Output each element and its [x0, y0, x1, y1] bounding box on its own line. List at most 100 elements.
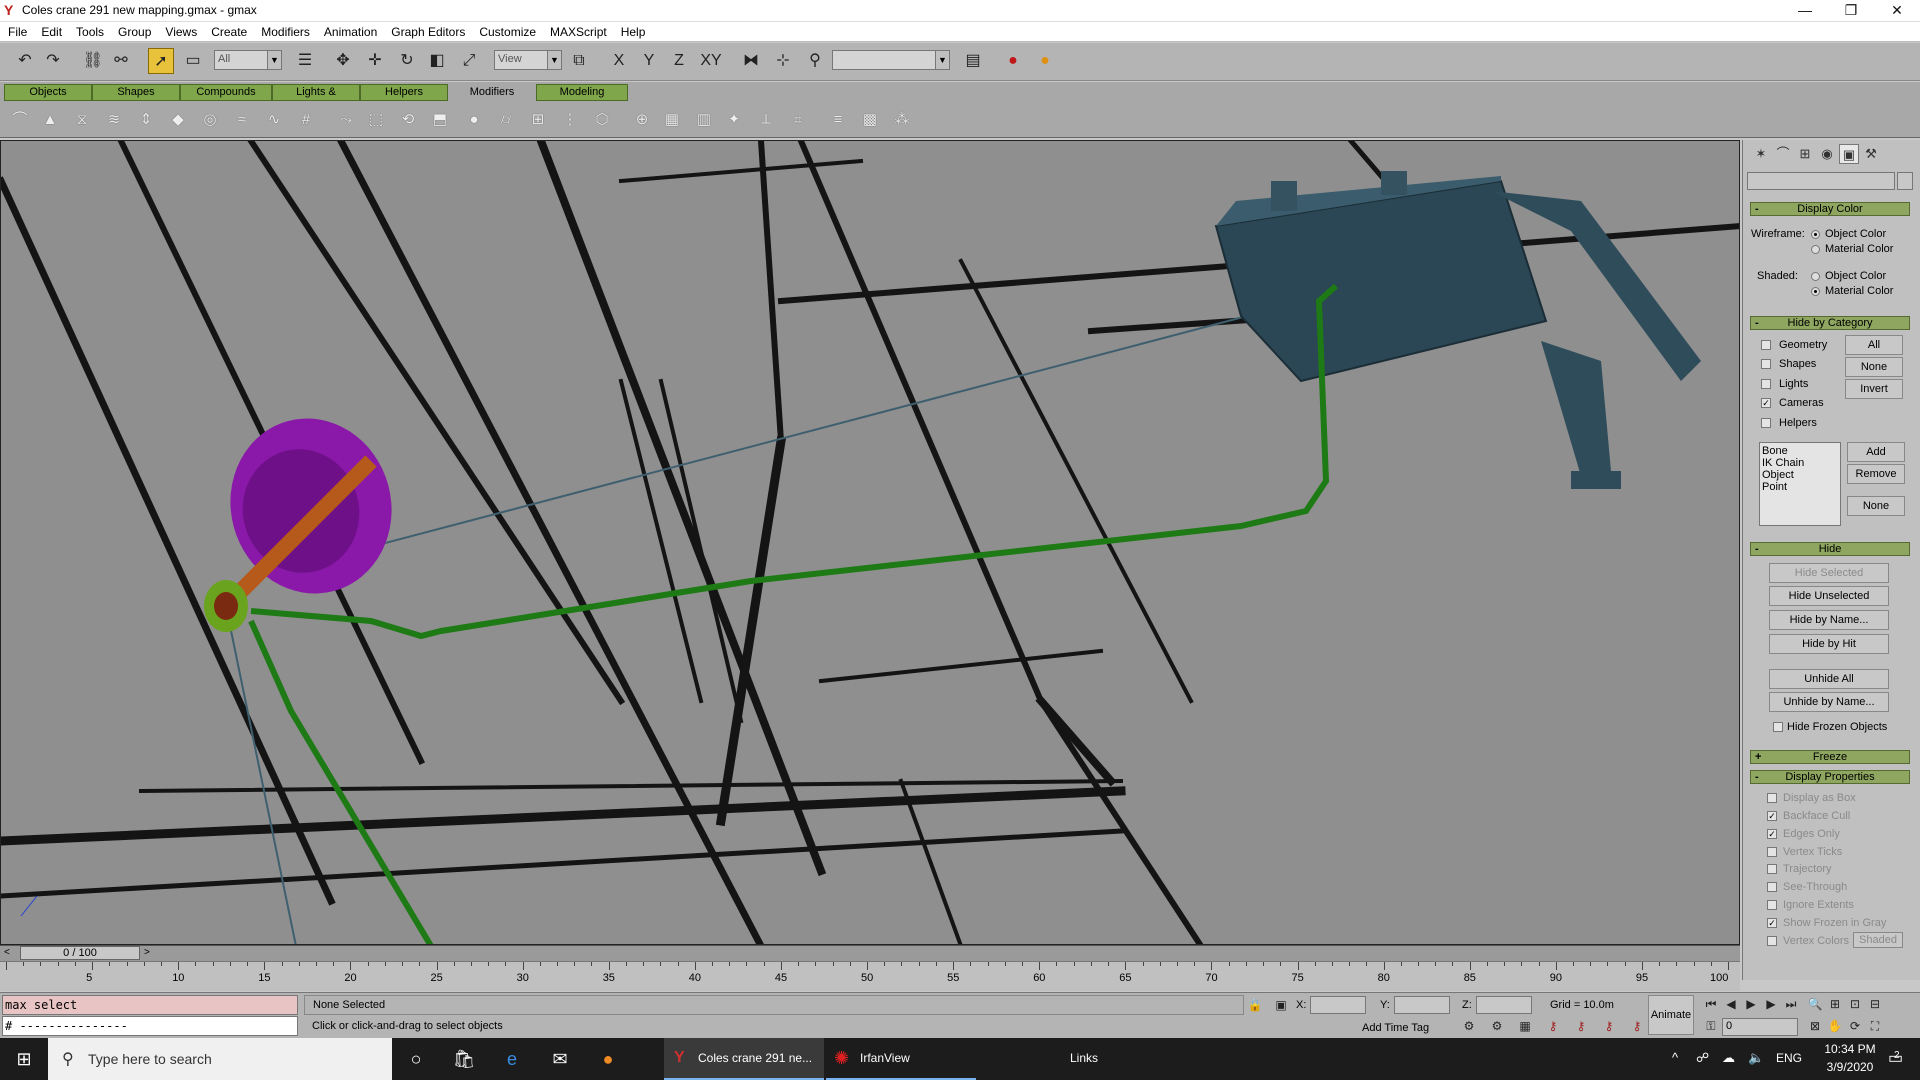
wireframe-material-color-radio[interactable] [1811, 245, 1820, 254]
select-and-link-icon[interactable]: ⛓ [80, 48, 106, 74]
snap-icon[interactable]: ⚲ [802, 48, 828, 74]
mail-icon[interactable]: ✉ [536, 1038, 584, 1080]
key-mode-toggle-icon[interactable]: ⚿ [1702, 1017, 1720, 1035]
select-move-icon[interactable]: ✛ [362, 48, 388, 74]
hide-by-name-button[interactable]: Hide by Name... [1769, 610, 1889, 630]
edit-spline-icon[interactable]: ⤳ [334, 108, 358, 132]
create-panel-icon[interactable]: ✶ [1751, 144, 1771, 164]
menu-modifiers[interactable]: Modifiers [253, 22, 316, 39]
category-remove-button[interactable]: Remove [1847, 464, 1905, 484]
cameras-checkbox[interactable]: ✓ [1761, 398, 1771, 408]
rollup-display-properties[interactable]: - Display Properties [1750, 770, 1910, 784]
volume-icon[interactable]: 🔈 [1748, 1050, 1764, 1066]
scale-icon[interactable]: ◧ [424, 48, 450, 74]
edges-only-checkbox[interactable]: ✓ [1767, 829, 1777, 839]
mirror-icon[interactable]: ⧓ [738, 48, 764, 74]
firefox-icon[interactable]: ● [584, 1038, 632, 1080]
menu-graph-editors[interactable]: Graph Editors [383, 22, 471, 39]
store-icon[interactable]: 🛍 [440, 1038, 488, 1080]
key-default-icon[interactable]: ⚷ [1600, 1017, 1618, 1035]
category-invert-button[interactable]: Invert [1845, 379, 1903, 399]
unhide-all-button[interactable]: Unhide All [1769, 669, 1889, 689]
current-frame-field[interactable]: 0 [1722, 1018, 1798, 1036]
hide-frozen-checkbox[interactable] [1773, 722, 1783, 732]
menu-maxscript[interactable]: MAXScript [542, 22, 613, 39]
tab-modeling[interactable]: Modeling [536, 84, 628, 101]
symmetry-icon[interactable]: ⟂ [754, 108, 778, 132]
taskbar-app-irfanview[interactable]: ✺ IrfanView [826, 1038, 976, 1080]
menu-views[interactable]: Views [157, 22, 203, 39]
skew-icon[interactable]: ◆ [166, 108, 190, 132]
reference-coordinate-dropdown[interactable]: View ▼ [494, 50, 562, 70]
render-icon[interactable]: ● [1032, 48, 1058, 74]
selection-filter-dropdown[interactable]: All ▼ [214, 50, 282, 70]
menu-customize[interactable]: Customize [471, 22, 542, 39]
time-next-icon[interactable]: > [144, 947, 150, 958]
z-coordinate-field[interactable] [1476, 996, 1532, 1014]
hide-selected-button[interactable]: Hide Selected [1769, 563, 1889, 583]
menu-edit[interactable]: Edit [33, 22, 68, 39]
maxscript-listener-bottom[interactable]: # --------------- [2, 1016, 298, 1036]
lattice-icon[interactable]: # [294, 108, 318, 132]
smooth-icon[interactable]: ≡ [826, 108, 850, 132]
category-none-button[interactable]: None [1845, 357, 1903, 377]
axis-constraint-z-icon[interactable]: Z [666, 48, 692, 74]
ffd-icon[interactable]: ⌗ [786, 108, 810, 132]
arc-rotate-icon[interactable]: ⟳ [1846, 1017, 1864, 1035]
hierarchy-panel-icon[interactable]: ⊞ [1795, 144, 1815, 164]
tab-helpers[interactable]: Helpers [360, 84, 448, 101]
display-panel-icon[interactable]: ▣ [1839, 144, 1859, 164]
list-item[interactable]: IK Chain Object [1762, 457, 1838, 481]
rotate-icon[interactable]: ↻ [394, 48, 420, 74]
tab-objects[interactable]: Objects [4, 84, 92, 101]
mesh-select-icon[interactable]: ⋮ [558, 108, 582, 132]
key-auto-icon[interactable]: ⚷ [1628, 1017, 1646, 1035]
clock-time[interactable]: 10:34 PM [1820, 1042, 1880, 1056]
redo-icon[interactable]: ↷ [40, 48, 66, 74]
play-icon[interactable]: ▶ [1742, 995, 1760, 1013]
ignore-extents-checkbox[interactable] [1767, 900, 1777, 910]
rollup-display-color[interactable]: - Display Color [1750, 202, 1910, 216]
unlink-icon[interactable]: ⚯ [108, 48, 134, 74]
align-icon[interactable]: ⊹ [770, 48, 796, 74]
named-selection-dropdown[interactable]: ▼ [832, 50, 950, 70]
panel-color-swatch[interactable] [1897, 172, 1913, 190]
close-button[interactable]: ✕ [1874, 0, 1920, 22]
tray-chevron-icon[interactable]: ^ [1672, 1050, 1678, 1065]
track-bar[interactable]: 5 10 15 20 25 30 35 40 45 50 55 60 65 70 75 80 85 90 95 100 [0, 961, 1740, 991]
task-view-icon[interactable]: ○ [392, 1038, 440, 1080]
display-as-box-checkbox[interactable] [1767, 793, 1777, 803]
vertex-colors-checkbox[interactable] [1767, 936, 1777, 946]
key-tangent-icon[interactable]: ⚷ [1572, 1017, 1590, 1035]
extrude-icon[interactable]: ⬚ [364, 108, 388, 132]
category-list[interactable]: Bone IK Chain Object Point [1759, 442, 1841, 526]
category-list-none-button[interactable]: None [1847, 496, 1905, 516]
tab-compounds[interactable]: Compounds [180, 84, 272, 101]
noise-icon[interactable]: ≋ [102, 108, 126, 132]
material-editor-icon[interactable]: ● [1000, 48, 1026, 74]
restore-button[interactable]: ❐ [1828, 0, 1874, 22]
hide-by-hit-button[interactable]: Hide by Hit [1769, 634, 1889, 654]
utilities-panel-icon[interactable]: ⚒ [1861, 144, 1881, 164]
xform-icon[interactable]: ⊞ [526, 108, 550, 132]
zoom-extents-icon[interactable]: ⊡ [1846, 995, 1864, 1013]
tab-lights-cameras[interactable]: Lights & Cameras [272, 84, 360, 113]
menu-group[interactable]: Group [110, 22, 157, 39]
tab-modifiers[interactable]: Modifiers [448, 84, 536, 101]
pan-icon[interactable]: ✋ [1826, 1017, 1844, 1035]
y-coordinate-field[interactable] [1394, 996, 1450, 1014]
add-time-tag-button[interactable]: Add Time Tag [1362, 1022, 1429, 1034]
zoom-icon[interactable]: 🔍 [1806, 995, 1824, 1013]
list-item[interactable]: Bone [1762, 445, 1838, 457]
stretch-icon[interactable]: ⇕ [134, 108, 158, 132]
layer-manager-icon[interactable]: ▤ [960, 48, 986, 74]
maximize-viewport-icon[interactable]: ⛶ [1866, 1017, 1884, 1035]
manipulate-icon[interactable]: ⤢ [456, 48, 482, 74]
planar-icon[interactable]: ▥ [692, 108, 716, 132]
unhide-by-name-button[interactable]: Unhide by Name... [1769, 692, 1889, 712]
menu-create[interactable]: Create [203, 22, 253, 39]
cylinder-map-icon[interactable]: ⌭ [494, 108, 518, 132]
vertex-colors-shaded-button[interactable]: Shaded [1853, 932, 1903, 948]
wave-icon[interactable]: ∿ [262, 108, 286, 132]
onedrive-icon[interactable]: ☁ [1722, 1050, 1735, 1066]
